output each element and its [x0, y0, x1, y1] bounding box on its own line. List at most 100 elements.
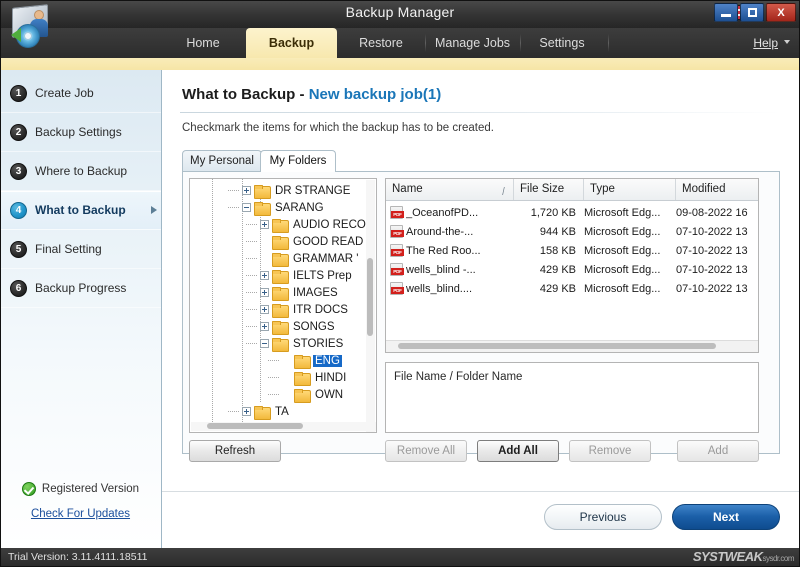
nav-tab-manage-jobs[interactable]: Manage Jobs — [425, 28, 520, 58]
accent-strip — [0, 58, 800, 70]
refresh-button[interactable]: Refresh — [189, 440, 281, 462]
nav-tab-settings[interactable]: Settings — [520, 28, 604, 58]
help-chevron-down-icon[interactable] — [784, 40, 790, 44]
maximize-button[interactable] — [740, 3, 764, 22]
file-list-column-modified[interactable]: Modified — [676, 179, 758, 200]
green-check-icon — [21, 482, 36, 496]
tree-guide-line — [268, 394, 280, 395]
add-all-button[interactable]: Add All — [477, 440, 559, 462]
nav-tab-restore[interactable]: Restore — [337, 28, 425, 58]
nav-tab-backup[interactable]: Backup — [246, 28, 337, 58]
registration-status: Registered Version — [0, 482, 161, 496]
step-label: Final Setting — [35, 242, 102, 256]
source-tab-my-personal[interactable]: My Personal — [182, 150, 262, 172]
sidebar-step-what-to-backup[interactable]: 4 What to Backup — [0, 191, 161, 230]
folder-tree-vertical-scrollbar[interactable] — [366, 180, 375, 432]
tree-expand-icon[interactable] — [260, 271, 269, 280]
file-modified-cell: 07-10-2022 13 — [676, 225, 748, 238]
file-list-horizontal-scrollbar[interactable] — [386, 340, 758, 352]
tree-guide-line — [242, 179, 243, 431]
folder-icon — [272, 252, 289, 267]
sidebar-step-create-job[interactable]: 1 Create Job — [0, 74, 161, 113]
source-tab-my-folders[interactable]: My Folders — [260, 150, 336, 172]
tree-node[interactable]: OWN — [282, 386, 345, 403]
help-link[interactable]: Help — [753, 28, 778, 58]
close-button[interactable]: X — [766, 3, 796, 22]
sidebar-step-final-setting[interactable]: 5 Final Setting — [0, 230, 161, 269]
file-list-row[interactable]: wells_blind.... 429 KB Microsoft Edg... 07-… — [386, 279, 758, 298]
pdf-file-icon — [390, 206, 404, 219]
sidebar-step-backup-progress[interactable]: 6 Backup Progress — [0, 269, 161, 308]
tree-node-label: SARANG — [275, 201, 324, 214]
folder-icon — [272, 235, 289, 250]
tree-node[interactable]: HINDI — [282, 369, 348, 386]
folder-tree-horizontal-scrollbar[interactable] — [191, 422, 376, 431]
source-tabs: My Personal My Folders — [182, 150, 780, 172]
selected-items-panel[interactable]: File Name / Folder Name — [385, 362, 759, 433]
tree-node[interactable]: GRAMMAR ' — [260, 250, 360, 267]
tree-node[interactable]: IMAGES — [260, 284, 340, 301]
file-list[interactable]: Name / File Size Type Modified _OceanofPD...… — [385, 178, 759, 353]
file-list-column-type[interactable]: Type — [584, 179, 676, 200]
tree-guide-line — [246, 241, 258, 242]
folder-tree[interactable]: DR STRANGE SARANG AUDIO RECO GOOD READ GRAMM… — [189, 178, 377, 433]
tree-expand-icon[interactable] — [260, 220, 269, 229]
tree-node[interactable]: ENG — [282, 352, 342, 369]
tree-expand-icon[interactable] — [260, 305, 269, 314]
file-list-row[interactable]: Around-the-... 944 KB Microsoft Edg... 07-1… — [386, 222, 758, 241]
folder-icon — [272, 286, 289, 301]
file-name-cell: _OceanofPD... — [406, 206, 479, 219]
step-label: What to Backup — [35, 203, 126, 217]
folder-icon — [254, 201, 271, 216]
tree-guide-line — [246, 292, 258, 293]
tree-expand-icon[interactable] — [242, 407, 251, 416]
tree-node[interactable]: SONGS — [260, 318, 337, 335]
file-size-cell: 429 KB — [539, 282, 576, 295]
page-title: What to Backup - New backup job(1) — [182, 86, 441, 103]
previous-button[interactable]: Previous — [544, 504, 662, 530]
file-list-row[interactable]: The Red Roo... 158 KB Microsoft Edg... 07-1… — [386, 241, 758, 260]
sidebar-step-backup-settings[interactable]: 2 Backup Settings — [0, 113, 161, 152]
tree-node[interactable]: AUDIO RECO — [260, 216, 368, 233]
add-button[interactable]: Add — [677, 440, 759, 462]
tree-node[interactable]: IELTS Prep — [260, 267, 354, 284]
tree-node[interactable]: SARANG — [242, 199, 326, 216]
step-active-arrow-icon — [151, 206, 157, 214]
tree-expand-icon[interactable] — [242, 186, 251, 195]
tree-node[interactable]: STORIES — [260, 335, 345, 352]
nav-separator — [608, 34, 609, 52]
remove-all-button[interactable]: Remove All — [385, 440, 467, 462]
file-list-horizontal-scrollbar-thumb[interactable] — [398, 343, 716, 349]
tree-guide-line — [268, 377, 280, 378]
tree-collapse-icon[interactable] — [260, 339, 269, 348]
remove-button[interactable]: Remove — [569, 440, 651, 462]
tree-node[interactable]: GOOD READ — [260, 233, 365, 250]
tree-guide-line — [268, 360, 280, 361]
file-list-row[interactable]: wells_blind -... 429 KB Microsoft Edg... 07… — [386, 260, 758, 279]
step-label: Backup Progress — [35, 281, 127, 295]
folder-tree-vertical-scrollbar-thumb[interactable] — [367, 258, 373, 336]
sidebar-step-where-to-backup[interactable]: 3 Where to Backup — [0, 152, 161, 191]
maximize-icon — [747, 8, 757, 17]
tree-expand-icon[interactable] — [260, 322, 269, 331]
tree-node-label: GOOD READ — [293, 235, 364, 248]
minimize-button[interactable] — [714, 3, 738, 22]
tree-node[interactable]: TA — [242, 403, 291, 420]
tree-collapse-icon[interactable] — [242, 203, 251, 212]
check-for-updates-link[interactable]: Check For Updates — [0, 508, 161, 520]
file-list-column-size[interactable]: File Size — [514, 179, 584, 200]
nav-tab-home[interactable]: Home — [160, 28, 246, 58]
sidebar-footer: Registered Version Check For Updates — [0, 482, 161, 520]
file-list-row[interactable]: _OceanofPD... 1,720 KB Microsoft Edg... 09-… — [386, 203, 758, 222]
file-list-header: Name / File Size Type Modified — [386, 179, 758, 201]
file-list-column-name[interactable]: Name / — [386, 179, 514, 200]
tree-node[interactable]: ITR DOCS — [260, 301, 350, 318]
tree-node-label: SONGS — [293, 320, 335, 333]
folder-tree-horizontal-scrollbar-thumb[interactable] — [207, 423, 303, 429]
page-title-main: What to Backup — [182, 86, 296, 103]
tree-expand-icon[interactable] — [260, 288, 269, 297]
tree-node[interactable]: DR STRANGE — [242, 182, 352, 199]
wizard-footer: Previous Next — [162, 491, 800, 548]
next-button[interactable]: Next — [672, 504, 780, 530]
tree-node-label: ITR DOCS — [293, 303, 348, 316]
